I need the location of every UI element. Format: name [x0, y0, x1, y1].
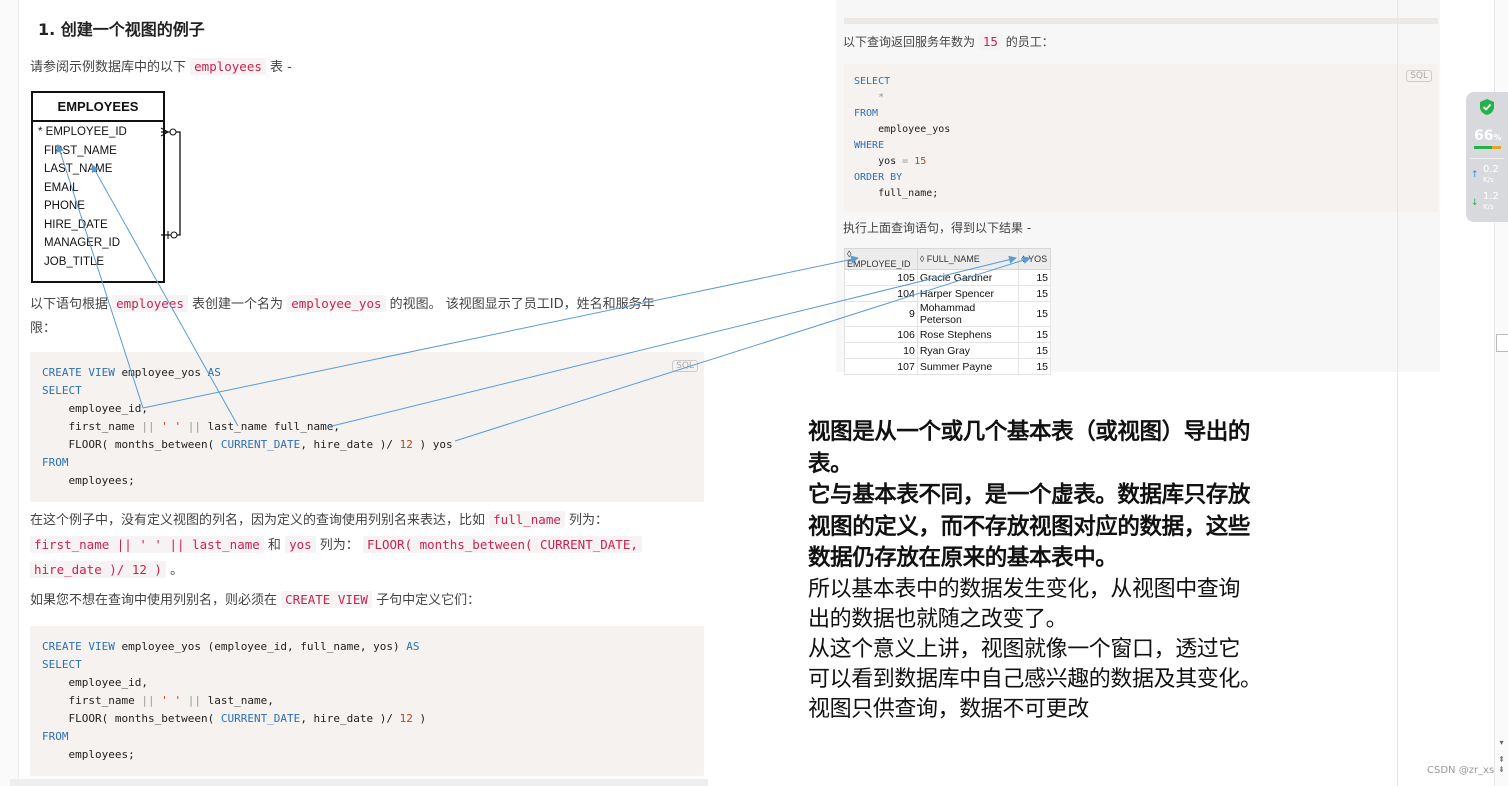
table-row: 105 Gracie Gardner 15	[844, 269, 1051, 286]
column-divider	[1397, 0, 1398, 786]
left-gutter	[0, 0, 19, 786]
upload-speed: 0.2	[1483, 164, 1499, 175]
inline-code-employee-yos: employee_yos	[287, 295, 386, 312]
inline-code-employees: employees	[112, 295, 188, 312]
er-row: FIRST_NAME	[44, 144, 117, 157]
code-lines: SELECT * FROM employee_yos WHERE yos = 1…	[854, 76, 951, 199]
table-header-row: ◊ EMPLOYEE_ID ◊ FULL_NAME ◊ YOS	[844, 248, 1051, 270]
note-line: 从这个意义上讲，视图就像一个窗口，透过它	[808, 636, 1241, 662]
column-header[interactable]: ◊ FULL_NAME	[916, 248, 1020, 270]
column-header[interactable]: ◊ YOS	[1018, 248, 1051, 270]
note-line: 表。	[808, 450, 853, 477]
code-lines: CREATE VIEW employee_yos AS SELECT emplo…	[42, 366, 453, 487]
intro-paragraph: 请参阅示例数据库中的以下 employees 表 -	[30, 55, 292, 80]
scroll-to-edge-icon[interactable]: ⇞ ⇟	[1496, 755, 1507, 779]
table-row: 10 Ryan Gray 15	[844, 342, 1051, 359]
note-line: 它与基本表不同，是一个虚表。数据库只存放	[808, 482, 1251, 508]
sql-tag: SQL	[1406, 70, 1432, 82]
er-row: JOB_TITLE	[44, 255, 105, 268]
table-row: 106 Rose Stephens 15	[844, 326, 1051, 343]
percent-bar	[1474, 146, 1501, 149]
er-row: HIRE_DATE	[44, 218, 108, 231]
previous-block-edge	[844, 18, 1438, 24]
intro-text: 请参阅示例数据库中的以下	[30, 60, 187, 75]
code-block-select-query: SQL SELECT * FROM employee_yos WHERE yos…	[844, 64, 1438, 212]
horizontal-scrollbar[interactable]	[10, 779, 708, 786]
column-header[interactable]: ◊ EMPLOYEE_ID	[844, 248, 918, 270]
er-employees-table: EMPLOYEES * EMPLOYEE_ID FIRST_NAME LAST_…	[31, 91, 165, 283]
inline-code-15: 15	[978, 33, 1002, 50]
er-row: LAST_NAME	[44, 163, 113, 175]
upload-unit: K/s	[1483, 176, 1494, 184]
upload-arrow-icon: ↑	[1471, 170, 1479, 180]
er-row: EMAIL	[44, 181, 79, 194]
chevron-down-icon[interactable]: ▾	[1496, 738, 1507, 748]
note-line: 视图只供查询，数据不可更改	[808, 696, 1089, 722]
watermark: CSDN @zr_xs	[1427, 765, 1495, 776]
left-document-panel: 1. 创建一个视图的例子 请参阅示例数据库中的以下 employees 表 - …	[0, 0, 708, 786]
query-description: 以下查询返回服务年数为 15 的员工：	[843, 33, 1054, 50]
note-line: 视图是从一个或几个基本表（或视图）导出的	[808, 419, 1251, 445]
network-monitor-widget[interactable]: 66% ↑ 0.2 K/s ↓ 1.2 K/s	[1466, 92, 1508, 222]
result-table: ◊ EMPLOYEE_ID ◊ FULL_NAME ◊ YOS 105 Graci…	[844, 248, 1051, 375]
er-row: PHONE	[44, 200, 85, 212]
section-heading: 1. 创建一个视图的例子	[38, 20, 205, 39]
view-definition-note: 视图是从一个或几个基本表（或视图）导出的 表。 它与基本表不同，是一个虚表。数据…	[808, 417, 1368, 725]
download-unit: K/s	[1483, 203, 1494, 211]
note-line: 所以基本表中的数据发生变化，从视图中查询	[808, 576, 1241, 602]
er-self-relation-connector	[160, 127, 181, 239]
code-block-create-view: SQL CREATE VIEW employee_yos AS SELECT e…	[30, 352, 704, 502]
er-title: EMPLOYEES	[33, 93, 163, 122]
code-lines: CREATE VIEW employee_yos (employee_id, f…	[42, 640, 427, 761]
note-line: 数据仍存放在原来的基本表中。	[808, 545, 1118, 571]
intro-text-end: 表 -	[270, 60, 292, 75]
scrollbar-thumb[interactable]	[1496, 334, 1508, 352]
er-row: * EMPLOYEE_ID	[38, 126, 127, 138]
sql-tag: SQL	[672, 360, 698, 372]
note-line: 视图的定义，而不存放视图对应的数据，这些	[808, 513, 1251, 540]
note-line: 可以看到数据库中自己感兴趣的数据及其变化。	[808, 666, 1262, 692]
alias-explanation-paragraph: 在这个例子中，没有定义视图的列名，因为定义的查询使用列别名来表达，比如 full…	[30, 508, 706, 583]
table-row: 9 Mohammad Peterson 15	[844, 301, 1051, 327]
download-speed: 1.2	[1483, 191, 1499, 202]
view-description-paragraph: 以下语句根据 employees 表创建一个名为 employee_yos 的视…	[30, 295, 655, 336]
download-arrow-icon: ↓	[1471, 198, 1479, 208]
percent-value: 66%	[1474, 128, 1502, 144]
result-label: 执行上面查询语句，得到以下结果 -	[843, 221, 1032, 235]
note-line: 出的数据也就随之改变了。	[808, 606, 1068, 632]
er-row: MANAGER_ID	[44, 237, 121, 249]
shield-check-icon	[1480, 99, 1494, 115]
code-block-create-view-columns: CREATE VIEW employee_yos (employee_id, f…	[30, 626, 704, 776]
inline-code-employees: employees	[190, 58, 266, 75]
column-list-paragraph: 如果您不想在查询中使用列别名，则必须在 CREATE VIEW 子句中定义它们：	[30, 591, 481, 608]
table-row: 107 Summer Payne 15	[844, 358, 1051, 375]
table-row: 104 Harper Spencer 15	[844, 285, 1051, 302]
